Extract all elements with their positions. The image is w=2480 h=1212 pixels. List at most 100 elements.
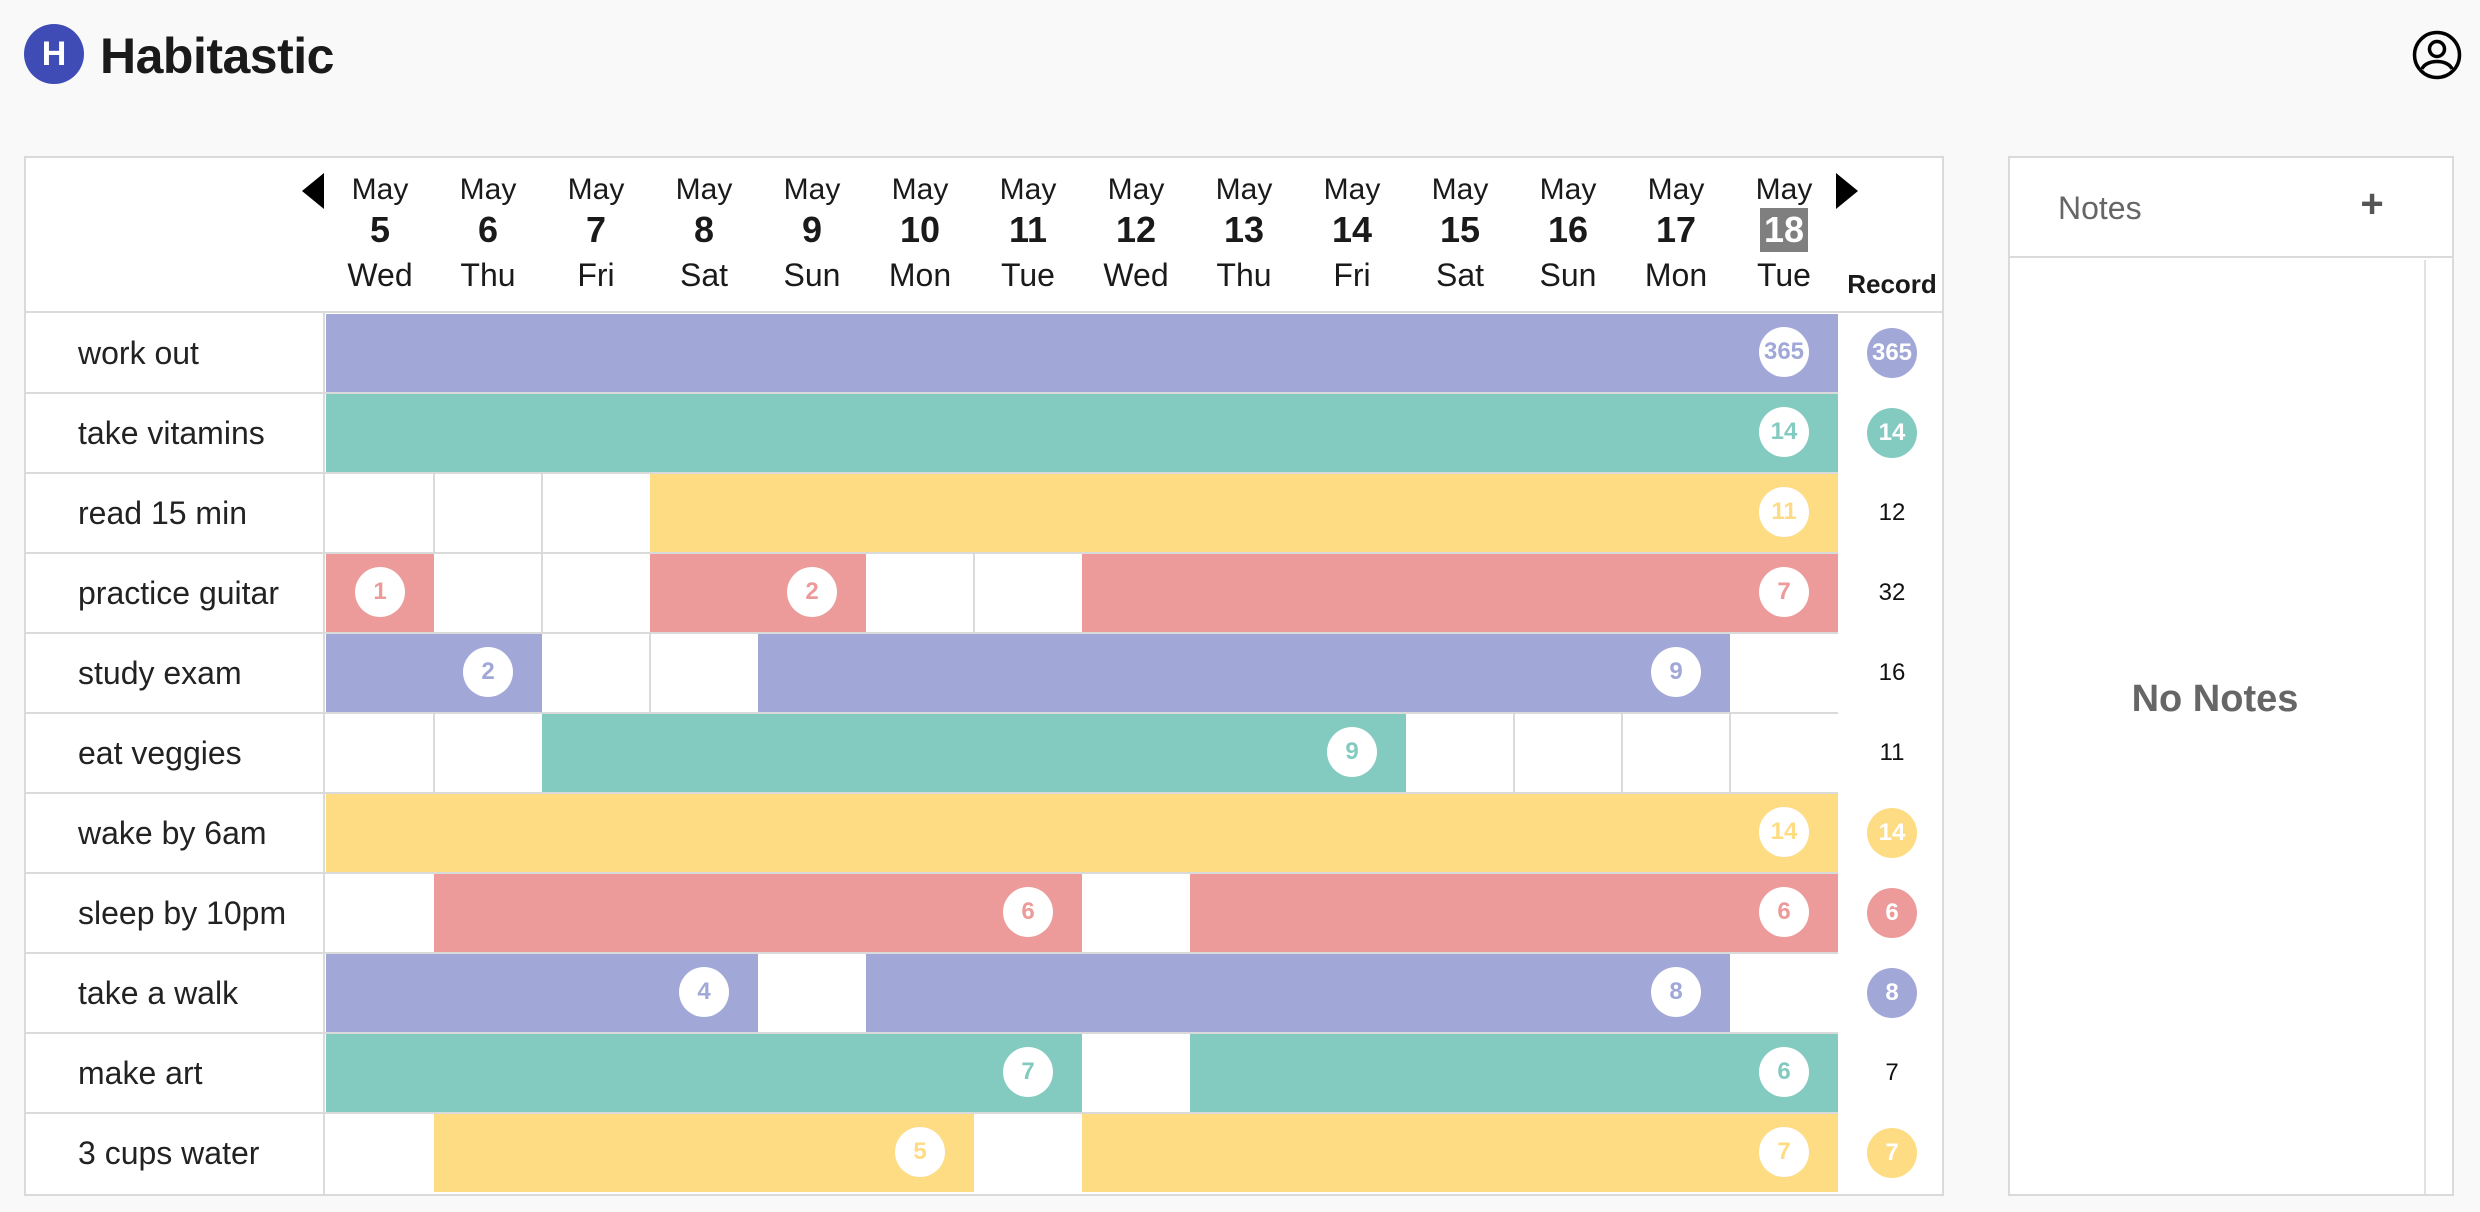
day-cell-done[interactable]	[434, 394, 542, 472]
habit-name[interactable]: work out	[78, 313, 199, 393]
day-cell-done[interactable]	[866, 314, 974, 392]
day-cell-done[interactable]	[1298, 794, 1406, 872]
day-cell-done[interactable]	[1514, 874, 1622, 952]
day-cell-done[interactable]	[758, 714, 866, 792]
day-cell-done[interactable]	[866, 474, 974, 552]
day-cell-done[interactable]	[434, 314, 542, 392]
day-cell-done[interactable]	[542, 1114, 650, 1192]
day-cell-done[interactable]	[650, 394, 758, 472]
app-logo[interactable]: H	[24, 24, 84, 84]
day-cell-done[interactable]	[1190, 314, 1298, 392]
day-cell-done[interactable]	[1622, 314, 1730, 392]
habit-name[interactable]: 3 cups water	[78, 1113, 259, 1193]
day-cell-done[interactable]	[1514, 1114, 1622, 1192]
day-cell-done[interactable]	[974, 394, 1082, 472]
day-cell-done[interactable]	[974, 314, 1082, 392]
day-cell-done[interactable]	[326, 394, 434, 472]
day-cell-empty[interactable]	[758, 954, 866, 1032]
day-cell-done[interactable]	[434, 1114, 542, 1192]
day-cell-done[interactable]	[866, 1034, 974, 1112]
day-cell-done[interactable]	[1514, 554, 1622, 632]
day-cell-done[interactable]	[758, 394, 866, 472]
day-cell-done[interactable]	[326, 1034, 434, 1112]
day-cell-done[interactable]	[758, 1034, 866, 1112]
day-cell-done[interactable]	[1082, 634, 1190, 712]
day-cell-done[interactable]	[758, 474, 866, 552]
day-cell-empty[interactable]	[1082, 874, 1190, 952]
day-cell-empty[interactable]	[542, 554, 650, 632]
day-cell-empty[interactable]	[434, 554, 542, 632]
day-cell-done[interactable]	[866, 714, 974, 792]
day-cell-done[interactable]	[1622, 874, 1730, 952]
day-cell-empty[interactable]	[326, 474, 434, 552]
day-cell-done[interactable]	[650, 314, 758, 392]
day-cell-done[interactable]	[1190, 874, 1298, 952]
day-cell-done[interactable]	[1406, 394, 1514, 472]
day-cell-empty[interactable]	[434, 714, 542, 792]
day-cell-done[interactable]	[326, 314, 434, 392]
day-cell-done[interactable]	[542, 1034, 650, 1112]
day-cell-done[interactable]	[1190, 634, 1298, 712]
account-circle-icon[interactable]	[2412, 30, 2462, 80]
day-cell-done[interactable]	[1298, 874, 1406, 952]
habit-name[interactable]: eat veggies	[78, 713, 242, 793]
day-cell-empty[interactable]	[1730, 954, 1838, 1032]
day-cell-empty[interactable]	[1082, 1034, 1190, 1112]
day-cell-done[interactable]	[1190, 394, 1298, 472]
day-cell-done[interactable]	[866, 874, 974, 952]
day-cell-done[interactable]	[1622, 1034, 1730, 1112]
day-cell-done[interactable]	[1406, 794, 1514, 872]
habit-name[interactable]: take a walk	[78, 953, 238, 1033]
day-cell-done[interactable]	[1298, 954, 1406, 1032]
day-cell-done[interactable]	[1514, 634, 1622, 712]
day-cell-done[interactable]	[1406, 634, 1514, 712]
day-cell-empty[interactable]	[326, 1114, 434, 1192]
day-cell-done[interactable]	[1514, 794, 1622, 872]
day-cell-empty[interactable]	[650, 634, 758, 712]
day-cell-done[interactable]	[1190, 954, 1298, 1032]
day-cell-done[interactable]	[1082, 474, 1190, 552]
day-cell-done[interactable]	[866, 954, 974, 1032]
day-cell-done[interactable]	[974, 634, 1082, 712]
day-cell-done[interactable]	[1298, 474, 1406, 552]
day-cell-done[interactable]	[1622, 474, 1730, 552]
habit-name[interactable]: take vitamins	[78, 393, 265, 473]
day-cell-done[interactable]	[1298, 1114, 1406, 1192]
plus-icon[interactable]: +	[2352, 184, 2392, 224]
day-cell-done[interactable]	[1082, 954, 1190, 1032]
day-cell-done[interactable]	[542, 874, 650, 952]
day-cell-done[interactable]	[974, 794, 1082, 872]
day-cell-done[interactable]	[758, 874, 866, 952]
day-cell-done[interactable]	[866, 634, 974, 712]
day-cell-done[interactable]	[1082, 1114, 1190, 1192]
day-cell-done[interactable]	[1406, 874, 1514, 952]
day-cell-done[interactable]	[1298, 394, 1406, 472]
day-cell-done[interactable]	[1622, 794, 1730, 872]
day-cell-done[interactable]	[434, 874, 542, 952]
day-cell-empty[interactable]	[974, 1114, 1082, 1192]
day-cell-done[interactable]	[1082, 794, 1190, 872]
day-cell-done[interactable]	[1406, 474, 1514, 552]
day-cell-done[interactable]	[542, 714, 650, 792]
day-cell-done[interactable]	[866, 394, 974, 472]
day-cell-done[interactable]	[758, 314, 866, 392]
day-cell-done[interactable]	[1190, 554, 1298, 632]
day-cell-done[interactable]	[650, 554, 758, 632]
day-cell-done[interactable]	[1298, 314, 1406, 392]
day-cell-empty[interactable]	[1730, 714, 1838, 792]
day-cell-done[interactable]	[1622, 554, 1730, 632]
day-cell-done[interactable]	[1406, 314, 1514, 392]
day-cell-done[interactable]	[434, 1034, 542, 1112]
day-cell-done[interactable]	[326, 954, 434, 1032]
caret-left-icon[interactable]	[302, 173, 324, 209]
day-cell-done[interactable]	[1298, 1034, 1406, 1112]
caret-right-icon[interactable]	[1836, 173, 1858, 209]
day-cell-done[interactable]	[650, 874, 758, 952]
habit-name[interactable]: study exam	[78, 633, 242, 713]
habit-name[interactable]: sleep by 10pm	[78, 873, 286, 953]
habit-name[interactable]: make art	[78, 1033, 202, 1113]
day-cell-done[interactable]	[650, 714, 758, 792]
day-cell-done[interactable]	[1514, 1034, 1622, 1112]
day-cell-done[interactable]	[1406, 1034, 1514, 1112]
day-cell-done[interactable]	[542, 314, 650, 392]
